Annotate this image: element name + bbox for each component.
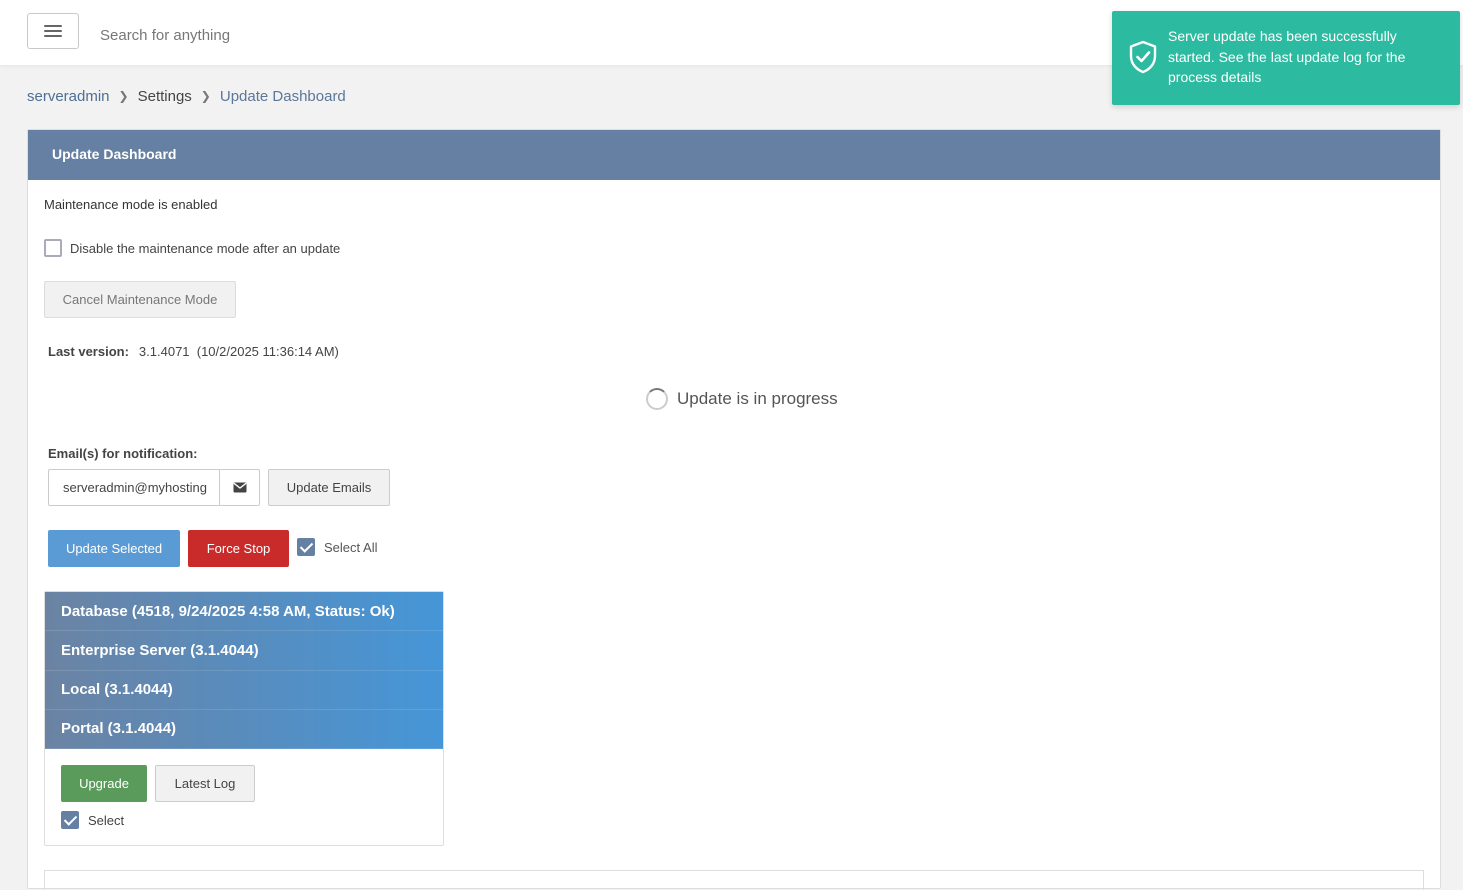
update-emails-button[interactable]: Update Emails (268, 469, 390, 506)
component-card: Database (4518, 9/24/2025 4:58 AM, Statu… (44, 591, 444, 846)
select-label[interactable]: Select (88, 813, 124, 828)
panel-title: Update Dashboard (28, 130, 1440, 180)
update-progress: Update is in progress (646, 388, 838, 410)
disable-maintenance-label[interactable]: Disable the maintenance mode after an up… (70, 241, 340, 256)
chevron-right-icon: ❯ (200, 89, 211, 103)
breadcrumb-update-dashboard: Update Dashboard (219, 87, 346, 105)
last-version-row: Last version: 3.1.4071 (10/2/2025 11:36:1… (48, 344, 339, 359)
email-field[interactable] (49, 470, 219, 505)
component-item-local[interactable]: Local (3.1.4044) (45, 670, 443, 710)
update-dashboard-panel: Update Dashboard Maintenance mode is ena… (27, 129, 1441, 890)
select-checkbox[interactable] (61, 811, 79, 829)
envelope-icon (219, 470, 259, 505)
upgrade-button[interactable]: Upgrade (61, 765, 147, 802)
chevron-right-icon: ❯ (118, 89, 129, 103)
select-all-label[interactable]: Select All (324, 540, 377, 555)
disable-maintenance-row: Disable the maintenance mode after an up… (44, 239, 340, 257)
last-version-value: 3.1.4071 (10/2/2025 11:36:14 AM) (138, 344, 339, 359)
spinner-icon (646, 388, 668, 410)
email-label: Email(s) for notification: (48, 446, 198, 461)
breadcrumb-settings[interactable]: Settings (138, 88, 192, 105)
breadcrumb-serveradmin[interactable]: serveradmin (27, 88, 110, 105)
component-item-portal[interactable]: Portal (3.1.4044) (45, 709, 443, 749)
email-input-group (48, 469, 260, 506)
menu-toggle-button[interactable] (27, 13, 79, 49)
maintenance-status: Maintenance mode is enabled (44, 197, 218, 212)
progress-text: Update is in progress (677, 389, 838, 408)
toast-message: Server update has been successfully star… (1168, 28, 1406, 85)
update-selected-button[interactable]: Update Selected (48, 530, 180, 567)
force-stop-button[interactable]: Force Stop (188, 530, 289, 567)
hamburger-icon (44, 25, 62, 37)
shield-check-icon (1129, 40, 1157, 74)
select-row: Select (61, 811, 124, 829)
search-input[interactable] (100, 22, 500, 48)
disable-maintenance-checkbox[interactable] (44, 239, 62, 257)
component-item-database[interactable]: Database (4518, 9/24/2025 4:58 AM, Statu… (45, 592, 443, 632)
select-all-row: Select All (297, 538, 377, 556)
cancel-maintenance-button[interactable]: Cancel Maintenance Mode (44, 281, 236, 318)
success-toast[interactable]: Server update has been successfully star… (1112, 11, 1460, 105)
breadcrumb: serveradmin ❯ Settings ❯ Update Dashboar… (27, 86, 346, 106)
component-item-enterprise-server[interactable]: Enterprise Server (3.1.4044) (45, 631, 443, 671)
next-section-border (44, 870, 1424, 890)
select-all-checkbox[interactable] (297, 538, 315, 556)
latest-log-button[interactable]: Latest Log (155, 765, 255, 802)
component-list: Database (4518, 9/24/2025 4:58 AM, Statu… (45, 592, 443, 749)
last-version-label: Last version: (48, 344, 129, 359)
